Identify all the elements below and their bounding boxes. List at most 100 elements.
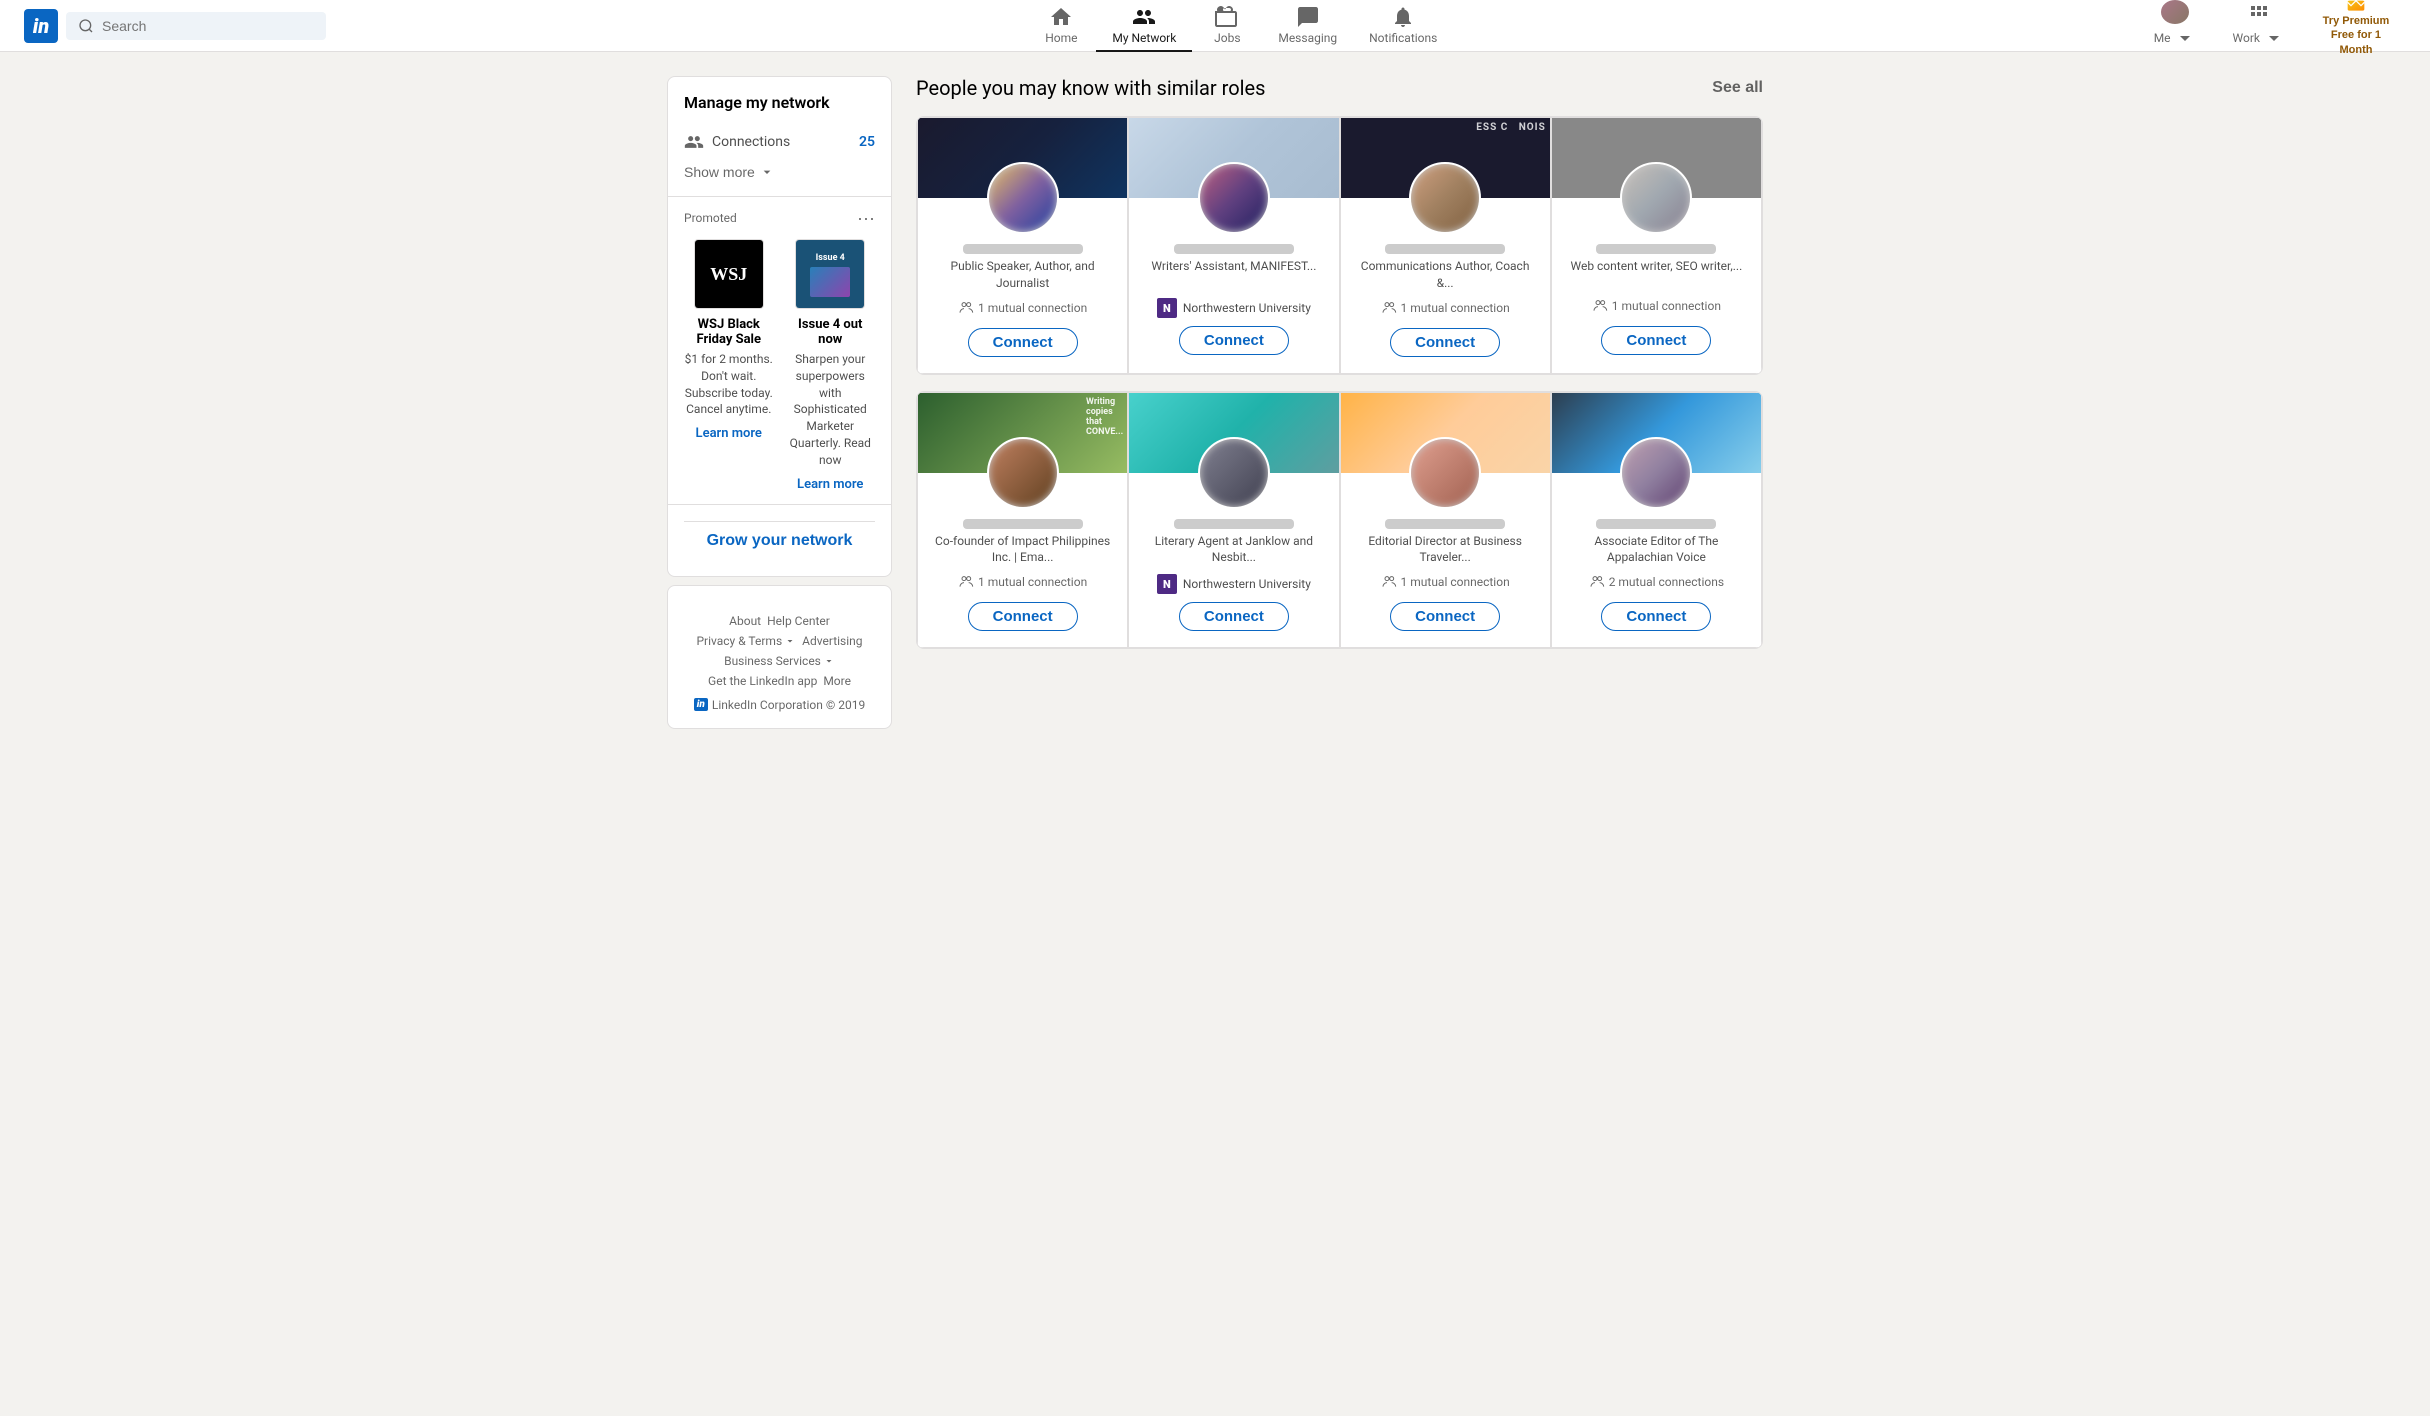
nav-item-messaging[interactable]: Messaging bbox=[1262, 0, 1353, 52]
person-title-p5: Co-founder of Impact Philippines Inc. | … bbox=[918, 533, 1127, 567]
grow-network-button[interactable]: Grow your network bbox=[684, 521, 875, 560]
my-network-icon bbox=[1132, 5, 1156, 29]
smq-ad-image: Issue 4 bbox=[795, 239, 865, 309]
nu-logo-p2: N bbox=[1157, 298, 1177, 318]
premium-icon bbox=[2346, 0, 2366, 14]
search-icon bbox=[78, 18, 94, 34]
footer-advertising[interactable]: Advertising bbox=[802, 634, 862, 648]
nav-label-me: Me bbox=[2154, 26, 2197, 50]
mutual-icon-p5 bbox=[958, 574, 974, 590]
footer-copyright: in LinkedIn Corporation © 2019 bbox=[684, 698, 875, 712]
connect-button-p1[interactable]: Connect bbox=[968, 328, 1078, 357]
person-title-p2: Writers' Assistant, MANIFEST... bbox=[1139, 258, 1328, 290]
footer-privacy[interactable]: Privacy & Terms bbox=[696, 634, 796, 648]
footer-about[interactable]: About bbox=[729, 614, 761, 628]
person-name-p2 bbox=[1174, 244, 1294, 254]
nu-logo-p6: N bbox=[1157, 574, 1177, 594]
person-card-p3: ESS C NOIS Communications Author, Coach … bbox=[1340, 117, 1551, 374]
navbar: in Home My Network Jobs Messaging bbox=[0, 0, 2430, 52]
bg-overlay-p3: ESS C NOIS bbox=[1476, 122, 1545, 133]
person-card-p6: Literary Agent at Janklow and Nesbit... … bbox=[1128, 392, 1339, 649]
premium-label: Try Premium Free for 1 Month bbox=[2314, 14, 2398, 57]
nav-label-messaging: Messaging bbox=[1278, 31, 1337, 45]
section-title: People you may know with similar roles bbox=[916, 76, 1265, 100]
divider bbox=[668, 196, 891, 197]
search-input[interactable] bbox=[102, 18, 314, 34]
search-bar[interactable] bbox=[66, 12, 326, 40]
nav-right: Me Work Try bbox=[2138, 0, 2406, 61]
person-avatar-p6 bbox=[1198, 437, 1270, 509]
mutual-icon-p3 bbox=[1381, 300, 1397, 316]
notifications-icon bbox=[1391, 5, 1415, 29]
connections-icon bbox=[684, 132, 704, 152]
connect-button-p2[interactable]: Connect bbox=[1179, 326, 1289, 355]
people-grid-row1: Public Speaker, Author, and Journalist 1… bbox=[916, 116, 1763, 375]
nav-item-home[interactable]: Home bbox=[1026, 0, 1096, 52]
connect-button-p6[interactable]: Connect bbox=[1179, 602, 1289, 631]
section-header: People you may know with similar roles S… bbox=[916, 76, 1763, 100]
manage-network-card: Manage my network Connections 25 Show mo… bbox=[667, 76, 892, 577]
person-name-p7 bbox=[1385, 519, 1505, 529]
see-all-button[interactable]: See all bbox=[1712, 79, 1763, 97]
logo-text: in bbox=[33, 14, 49, 38]
person-title-p8: Associate Editor of The Appalachian Voic… bbox=[1552, 533, 1761, 567]
person-name-p5 bbox=[963, 519, 1083, 529]
connect-button-p5[interactable]: Connect bbox=[968, 602, 1078, 631]
mutual-icon-p7 bbox=[1381, 574, 1397, 590]
linkedin-logo[interactable]: in bbox=[24, 9, 58, 43]
footer-card: About Help Center Privacy & Terms Advert… bbox=[667, 585, 892, 729]
home-icon bbox=[1049, 5, 1073, 29]
footer-business[interactable]: Business Services bbox=[724, 654, 835, 668]
mutual-p3: 1 mutual connection bbox=[1381, 300, 1510, 316]
mutual-icon-p4 bbox=[1592, 298, 1608, 314]
school-badge-p6: N Northwestern University bbox=[1157, 574, 1311, 594]
person-name-p4 bbox=[1596, 244, 1716, 254]
person-avatar-p8 bbox=[1620, 437, 1692, 509]
connections-count: 25 bbox=[859, 134, 875, 150]
bg-overlay-p5: WritingcopiesthatCONVE... bbox=[1086, 397, 1123, 437]
show-more-button[interactable]: Show more bbox=[684, 160, 775, 184]
nav-item-notifications[interactable]: Notifications bbox=[1353, 0, 1453, 52]
person-title-p6: Literary Agent at Janklow and Nesbit... bbox=[1129, 533, 1338, 567]
nav-center: Home My Network Jobs Messaging Notificat… bbox=[342, 0, 2138, 52]
nav-label-home: Home bbox=[1045, 31, 1077, 45]
connect-button-p8[interactable]: Connect bbox=[1601, 602, 1711, 631]
ads-grid: WSJ WSJ Black Friday Sale $1 for 2 month… bbox=[684, 239, 875, 492]
smq-learn-more-link[interactable]: Learn more bbox=[797, 477, 863, 492]
connect-button-p4[interactable]: Connect bbox=[1601, 326, 1711, 355]
wsj-learn-more-link[interactable]: Learn more bbox=[696, 426, 762, 441]
li-logo-small: in bbox=[694, 698, 708, 711]
nav-item-my-network[interactable]: My Network bbox=[1096, 0, 1192, 52]
nav-item-me[interactable]: Me bbox=[2138, 0, 2213, 52]
person-card-p1: Public Speaker, Author, and Journalist 1… bbox=[917, 117, 1128, 374]
wsj-ad-image: WSJ bbox=[694, 239, 764, 309]
connect-button-p3[interactable]: Connect bbox=[1390, 328, 1500, 357]
nav-label-my-network: My Network bbox=[1112, 31, 1176, 45]
nav-item-work[interactable]: Work bbox=[2217, 0, 2302, 52]
nav-label-jobs: Jobs bbox=[1214, 31, 1240, 45]
chevron-down-icon bbox=[759, 164, 775, 180]
page-layout: Manage my network Connections 25 Show mo… bbox=[651, 52, 1779, 761]
premium-button[interactable]: Try Premium Free for 1 Month bbox=[2306, 0, 2406, 61]
connect-button-p7[interactable]: Connect bbox=[1390, 602, 1500, 631]
person-card-p5: WritingcopiesthatCONVE... Co-founder of … bbox=[917, 392, 1128, 649]
nav-item-jobs[interactable]: Jobs bbox=[1192, 0, 1262, 52]
person-card-p2: Writers' Assistant, MANIFEST... N Northw… bbox=[1128, 117, 1339, 374]
chevron-down-bs-icon bbox=[823, 655, 835, 667]
footer-app[interactable]: Get the LinkedIn app bbox=[708, 674, 817, 688]
mutual-icon-p8 bbox=[1589, 574, 1605, 590]
wsj-ad-title: WSJ Black Friday Sale bbox=[684, 317, 774, 347]
connections-row[interactable]: Connections 25 bbox=[684, 124, 875, 160]
footer-more[interactable]: More bbox=[823, 674, 851, 688]
me-chevron-icon bbox=[2173, 26, 2197, 50]
footer-help[interactable]: Help Center bbox=[767, 614, 830, 628]
promoted-more-button[interactable]: ··· bbox=[857, 209, 875, 227]
mutual-p5: 1 mutual connection bbox=[958, 574, 1087, 590]
me-avatar bbox=[2161, 0, 2189, 24]
jobs-icon bbox=[1215, 5, 1239, 29]
work-grid-icon bbox=[2247, 0, 2271, 24]
sidebar: Manage my network Connections 25 Show mo… bbox=[667, 76, 892, 737]
person-avatar-p4 bbox=[1620, 162, 1692, 234]
smq-ad-desc: Sharpen your superpowers with Sophistica… bbox=[786, 351, 876, 469]
promoted-label: Promoted bbox=[684, 211, 737, 225]
